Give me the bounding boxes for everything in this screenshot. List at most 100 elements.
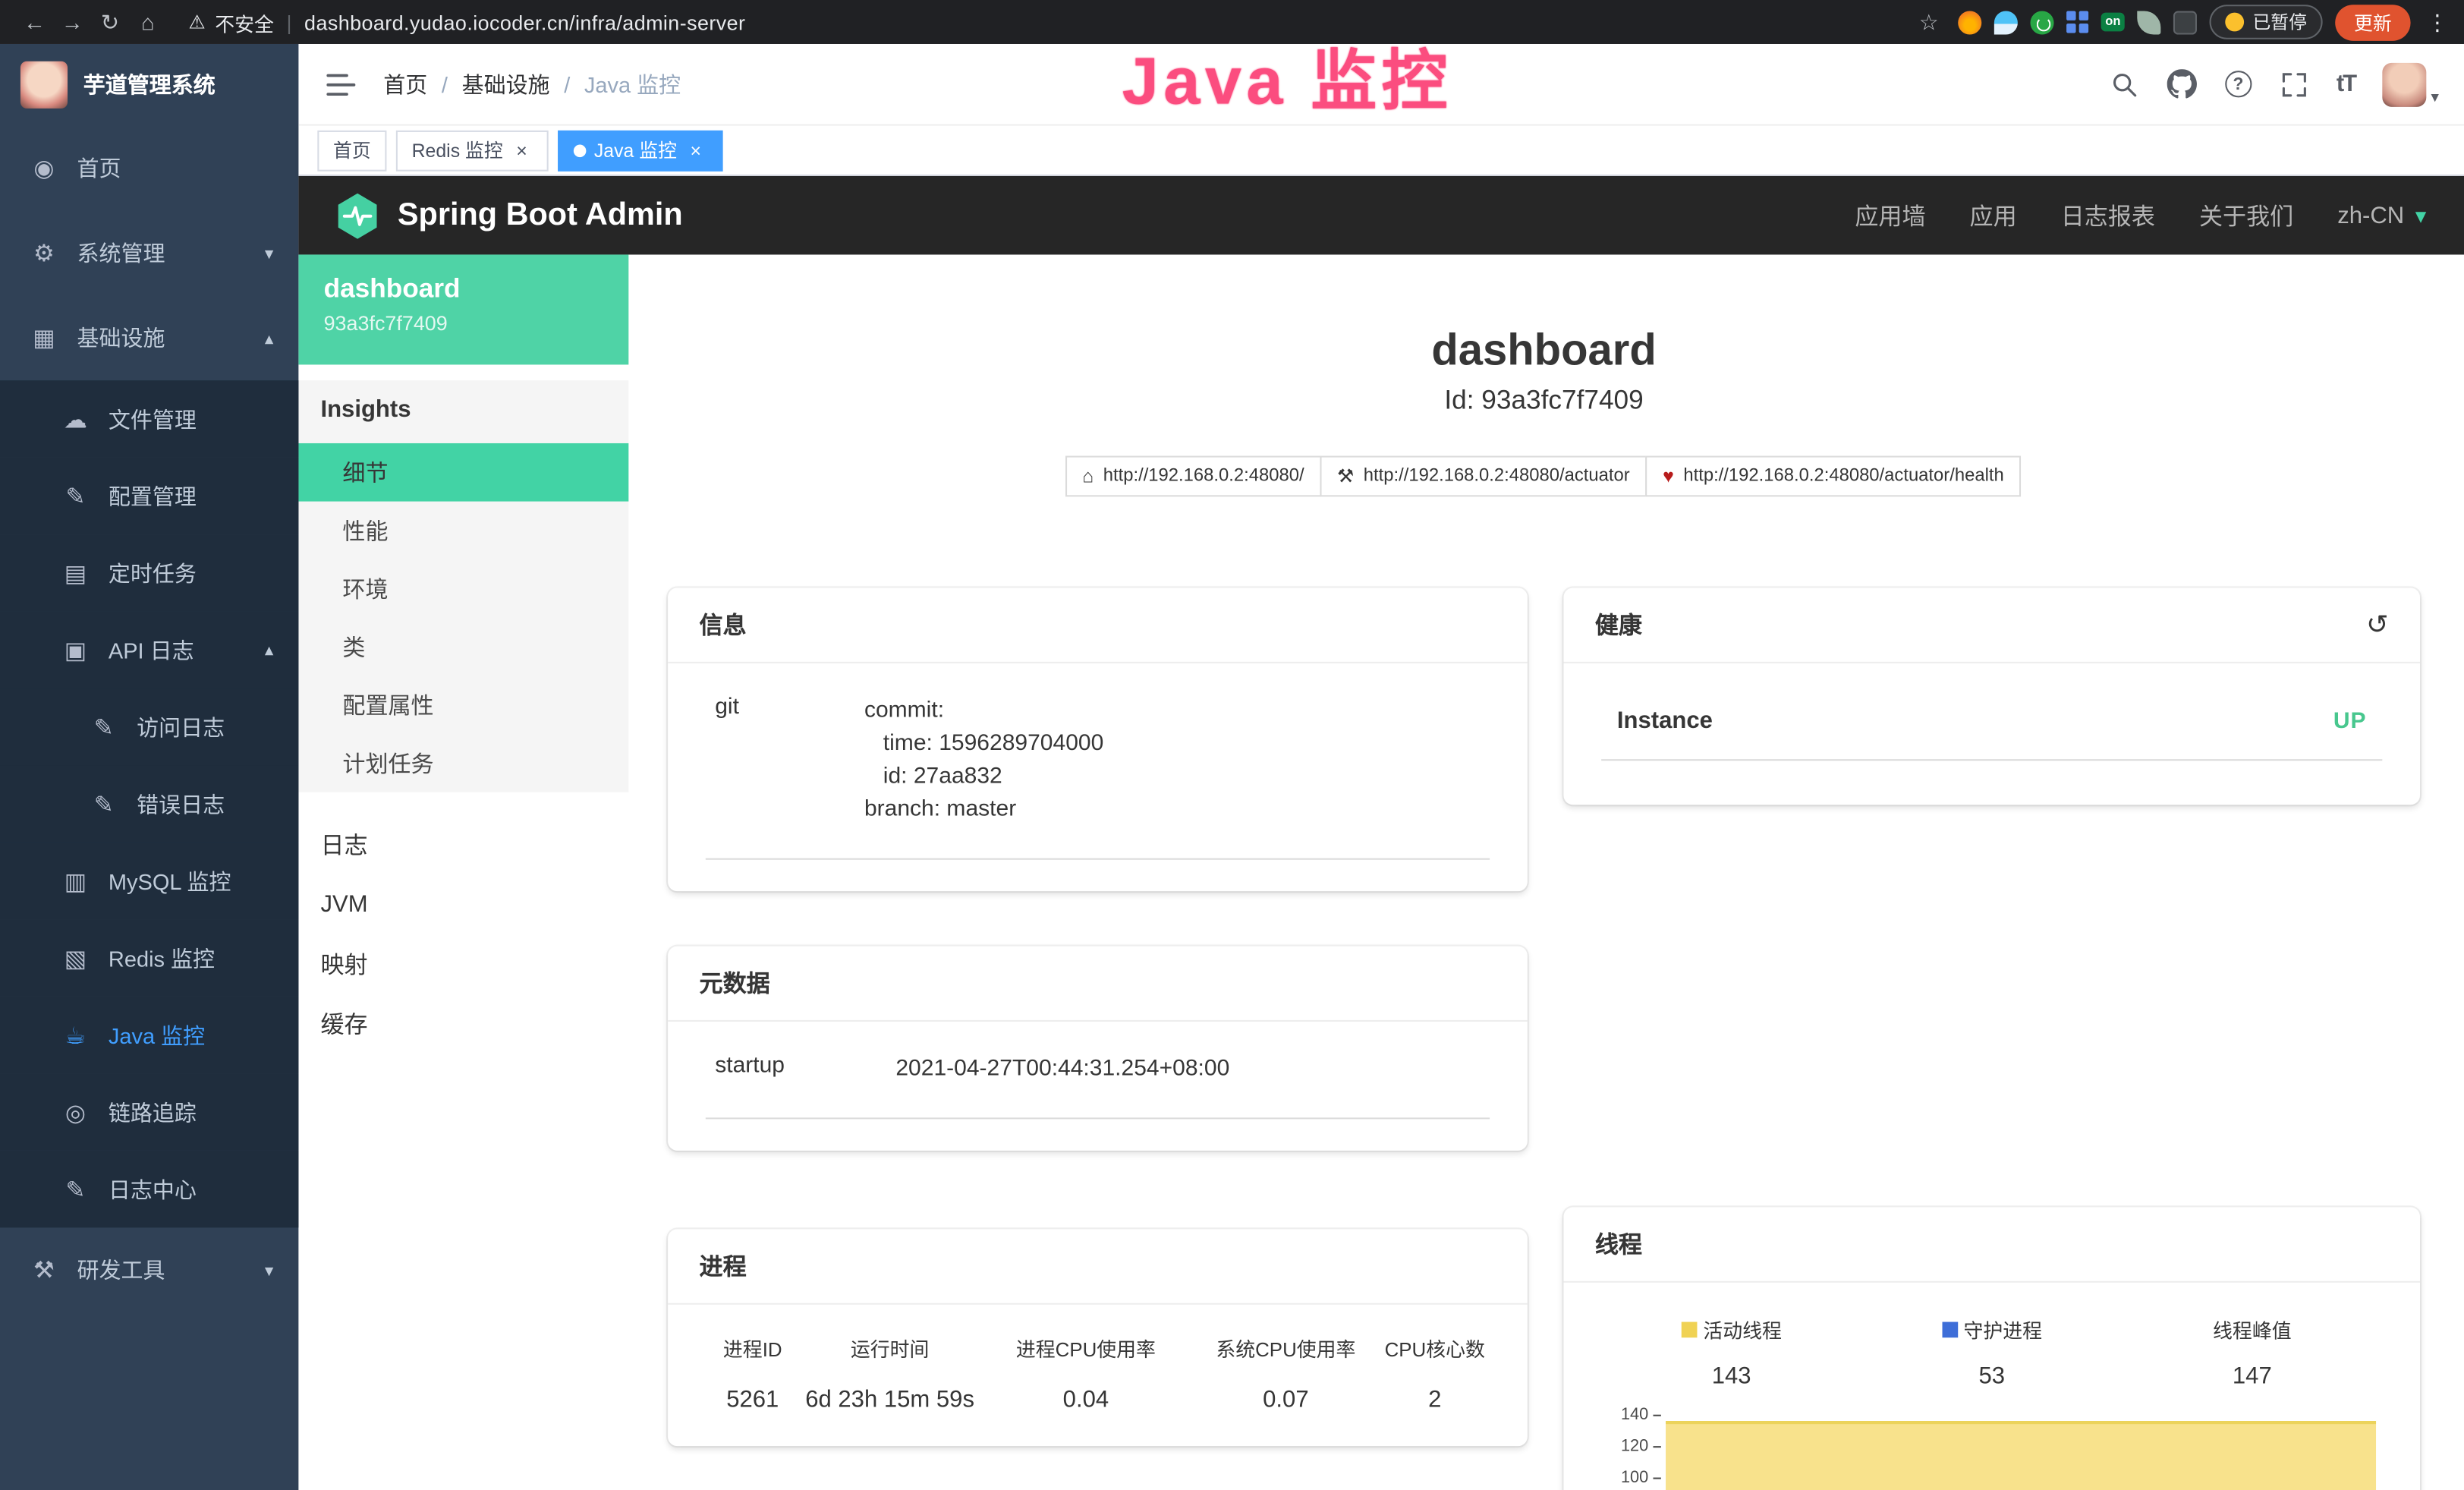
instance-selector[interactable]: dashboard 93a3fc7f7409 [298,254,628,364]
instance-id: 93a3fc7f7409 [324,311,604,335]
process-card-body: 进程ID 运行时间 进程CPU使用率 系统CPU使用率 CPU核心数 [668,1305,1528,1446]
cpu-cores: 2 [1380,1372,1490,1418]
app-title: 芋道管理系统 [83,69,216,100]
locale-label: zh-CN [2337,202,2404,228]
link-label: http://192.168.0.2:48080/actuator/health [1683,467,2003,486]
threads-card-title: 线程 [1563,1207,2420,1282]
address-url[interactable]: dashboard.yudao.iocoder.cn/infra/admin-s… [304,10,745,33]
fullscreen-icon[interactable] [2278,68,2309,99]
search-icon[interactable] [2109,68,2140,99]
locale-selector[interactable]: zh-CN ▾ [2337,202,2426,228]
metadata-card-title: 元数据 [668,947,1528,1022]
main-column: 首页 / 基础设施 / Java 监控 [298,44,2464,1490]
sba-menu-logs[interactable]: 日志 [298,814,628,874]
link-label: http://192.168.0.2:48080/actuator [1364,467,1630,486]
metadata-card-body: startup 2021-04-27T00:44:31.254+08:00 [668,1022,1528,1151]
threads-card: 线程 活动线程 14 [1563,1207,2420,1490]
tab-java-monitor[interactable]: Java 监控 × [558,130,722,171]
process-card: 进程 进程ID 运行时间 进程CPU使用率 系统CPU使用率 [668,1229,1528,1446]
user-menu[interactable]: ▾ [2382,62,2439,106]
sidebar-item-mysql-monitor[interactable]: ▥ MySQL 监控 [0,843,298,919]
security-chip[interactable]: ⚠ 不安全 [188,7,273,36]
sba-menu-config-props[interactable]: 配置属性 [298,676,628,734]
sidebar-item-system-mgmt[interactable]: ⚙ 系统管理 ▾ [0,210,298,295]
pin-extension-icon[interactable] [1994,10,2017,33]
history-icon[interactable]: ↺ [2366,609,2389,640]
info-key: git [715,695,864,827]
sba-menu-details[interactable]: 细节 [298,443,628,502]
peak-threads-value: 147 [2122,1362,2382,1389]
sidebar-item-error-logs[interactable]: ✎ 错误日志 [0,765,298,842]
url-divider: | [286,10,291,33]
sidebar-item-infrastructure[interactable]: ▦ 基础设施 ▴ [0,295,298,380]
sba-nav-journal[interactable]: 日志报表 [2061,199,2155,232]
health-instance-label: Instance [1617,707,1713,734]
tab-home[interactable]: 首页 [317,130,386,171]
sba-menu-classes[interactable]: 类 [298,618,628,676]
tab-redis-monitor[interactable]: Redis 监控 × [396,130,549,171]
update-button[interactable]: 更新 [2335,4,2410,40]
sidebar-item-scheduled-tasks[interactable]: ▤ 定时任务 [0,534,298,611]
health-card-head: 健康 ↺ [1563,587,2420,663]
warning-icon: ⚠ [188,11,205,33]
sidebar-item-file-mgmt[interactable]: ☁ 文件管理 [0,380,298,457]
app-logo-row[interactable]: 芋道管理系统 [0,44,298,126]
bookmark-star-icon[interactable]: ☆ [1919,8,1939,35]
sidebar-item-config-mgmt[interactable]: ✎ 配置管理 [0,458,298,534]
breadcrumb-infrastructure[interactable]: 基础设施 [462,68,550,99]
sba-brand[interactable]: Spring Boot Admin [336,193,683,238]
sidebar-item-tracing[interactable]: ◎ 链路追踪 [0,1073,298,1150]
info-card-title: 信息 [668,587,1528,663]
close-icon[interactable]: × [511,139,533,161]
metadata-key: startup [715,1053,895,1085]
sba-menu-metrics[interactable]: 性能 [298,502,628,560]
sba-menu-mappings[interactable]: 映射 [298,934,628,994]
browser-forward-icon[interactable]: → [53,9,91,34]
browser-reload-icon[interactable]: ↻ [91,8,129,35]
flame-extension-icon[interactable] [1958,10,1981,33]
tabs-view: 首页 Redis 监控 × Java 监控 × [298,126,2464,176]
hamburger-icon[interactable] [324,67,359,102]
sidebar-item-home[interactable]: ◉ 首页 [0,126,298,211]
redis-icon: ▧ [60,944,91,972]
sidebar-item-api-logs[interactable]: ▣ API 日志 ▴ [0,612,298,688]
process-col-header: CPU核心数 [1380,1324,1490,1372]
sba-menu-caches[interactable]: 缓存 [298,994,628,1054]
sidebar-item-label: 链路追踪 [109,1096,197,1127]
sba-menu-environment[interactable]: 环境 [298,559,628,618]
sba-sidebar: dashboard 93a3fc7f7409 Insights 细节 性能 环境… [298,254,628,1490]
font-size-icon[interactable]: tT [2337,71,2355,97]
sidebar-item-log-center[interactable]: ✎ 日志中心 [0,1151,298,1227]
breadcrumb-home[interactable]: 首页 [383,68,427,99]
sidebar-item-dev-tools[interactable]: ⚒ 研发工具 ▾ [0,1227,298,1312]
browser-back-icon[interactable]: ← [16,9,54,34]
close-icon[interactable]: × [684,139,706,161]
sba-nav-about[interactable]: 关于我们 [2199,199,2293,232]
browser-home-icon[interactable]: ⌂ [129,9,167,34]
paused-badge[interactable]: 已暂停 [2211,5,2323,39]
health-url-link[interactable]: ♥ http://192.168.0.2:48080/actuator/heal… [1645,456,2021,497]
actuator-url-link[interactable]: ⚒ http://192.168.0.2:48080/actuator [1320,456,1647,497]
sba-nav-applications[interactable]: 应用 [1970,199,2017,232]
threads-chart: 140 120 100 [1601,1412,2382,1490]
sidebar-item-redis-monitor[interactable]: ▧ Redis 监控 [0,919,298,996]
sidebar-item-access-logs[interactable]: ✎ 访问日志 [0,688,298,765]
chevron-down-icon: ▾ [265,1260,273,1281]
service-url-link[interactable]: ⌂ http://192.168.0.2:48080/ [1065,456,1322,497]
puzzle-extension-icon[interactable] [2174,10,2198,33]
y-tick: 140 [1621,1405,1661,1424]
sba-nav-wallboard[interactable]: 应用墙 [1855,199,1925,232]
insights-section: Insights 细节 性能 环境 类 配置属性 计划任务 [298,380,628,792]
sba-menu-scheduled-tasks[interactable]: 计划任务 [298,734,628,792]
feather-extension-icon[interactable] [2138,10,2161,33]
github-icon[interactable] [2167,68,2198,99]
sidebar-item-label: 日志中心 [109,1173,197,1205]
browser-menu-icon[interactable]: ⋮ [2426,8,2448,35]
grid-extension-icon[interactable] [2066,11,2088,33]
green-circle-extension-icon[interactable] [2030,10,2053,33]
help-icon[interactable]: ? [2225,71,2252,97]
sba-menu-jvm[interactable]: JVM [298,874,628,934]
sidebar-item-java-monitor[interactable]: ☕ Java 监控 [0,997,298,1073]
instance-id-line: Id: 93a3fc7f7409 [668,383,2420,418]
on-badge-extension-icon[interactable]: on [2101,13,2126,32]
